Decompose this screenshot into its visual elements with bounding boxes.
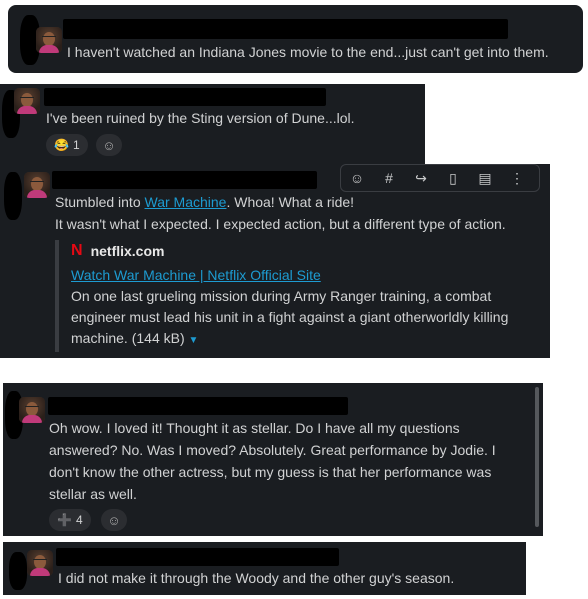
redacted-username	[48, 397, 348, 415]
preview-site: netflix.com	[90, 243, 165, 259]
laugh-emoji: 😂	[54, 138, 69, 152]
text-before: Stumbled into	[55, 194, 145, 210]
message-5: I did not make it through the Woody and …	[3, 542, 526, 595]
message-line-2: It wasn't what I expected. I expected ac…	[55, 216, 506, 232]
message-text: Oh wow. I loved it! Thought it as stella…	[49, 420, 496, 502]
redacted-username	[44, 88, 326, 106]
link-preview: N netflix.com Watch War Machine | Netfli…	[55, 240, 531, 352]
war-machine-link[interactable]: War Machine	[145, 194, 227, 210]
reply-icon[interactable]: ▤	[469, 170, 501, 187]
avatar[interactable]	[27, 550, 53, 576]
redacted-username	[56, 548, 339, 566]
message-actions-toolbar: ☺ # ↪ ▯ ▤ ⋮	[340, 164, 540, 192]
chevron-down-icon[interactable]: ▼	[189, 335, 199, 346]
message-4: Oh wow. I loved it! Thought it as stella…	[3, 383, 543, 536]
text-after: . Whoa! What a ride!	[226, 194, 355, 210]
preview-size: (144 kB)	[131, 330, 185, 346]
avatar[interactable]	[24, 172, 50, 198]
message-2: I've been ruined by the Sting version of…	[0, 84, 425, 164]
redacted-profile	[9, 552, 27, 590]
redacted-username	[63, 19, 508, 39]
redacted-username	[52, 171, 317, 189]
bookmark-icon[interactable]: ▯	[437, 170, 469, 187]
avatar[interactable]	[36, 27, 62, 53]
message-line-1: Stumbled into War Machine. Whoa! What a …	[55, 192, 354, 213]
message-text: I did not make it through the Woody and …	[58, 570, 455, 586]
add-reaction-button[interactable]: ☺	[96, 134, 122, 156]
message-3: ☺ # ↪ ▯ ▤ ⋮ Stumbled into War Machine. W…	[0, 164, 550, 358]
add-reaction-icon: ☺	[102, 137, 116, 153]
reaction-count: 1	[72, 138, 80, 152]
reaction-count: 4	[75, 513, 83, 527]
message-text: I haven't watched an Indiana Jones movie…	[67, 44, 549, 60]
add-reaction-button[interactable]: ☺	[101, 509, 127, 531]
avatar[interactable]	[19, 397, 45, 423]
share-icon[interactable]: ↪	[405, 170, 437, 187]
preview-title[interactable]: Watch War Machine | Netflix Official Sit…	[71, 264, 531, 286]
redacted-profile	[4, 172, 22, 220]
more-icon[interactable]: ⋮	[501, 170, 533, 187]
avatar[interactable]	[14, 88, 40, 114]
message-text: I've been ruined by the Sting version of…	[46, 110, 355, 126]
netflix-icon: N	[71, 242, 83, 259]
hashtag-icon[interactable]: #	[373, 170, 405, 186]
reaction-laugh[interactable]: 😂 1	[46, 134, 88, 156]
add-reaction-icon[interactable]: ☺	[341, 170, 373, 186]
message-1: I haven't watched an Indiana Jones movie…	[8, 5, 583, 73]
reaction-plus[interactable]: ➕ 4	[49, 509, 91, 531]
add-reaction-icon: ☺	[107, 512, 121, 528]
preview-description: On one last grueling mission during Army…	[71, 286, 526, 351]
scrollbar[interactable]	[535, 387, 539, 527]
plus-emoji: ➕	[57, 513, 72, 527]
